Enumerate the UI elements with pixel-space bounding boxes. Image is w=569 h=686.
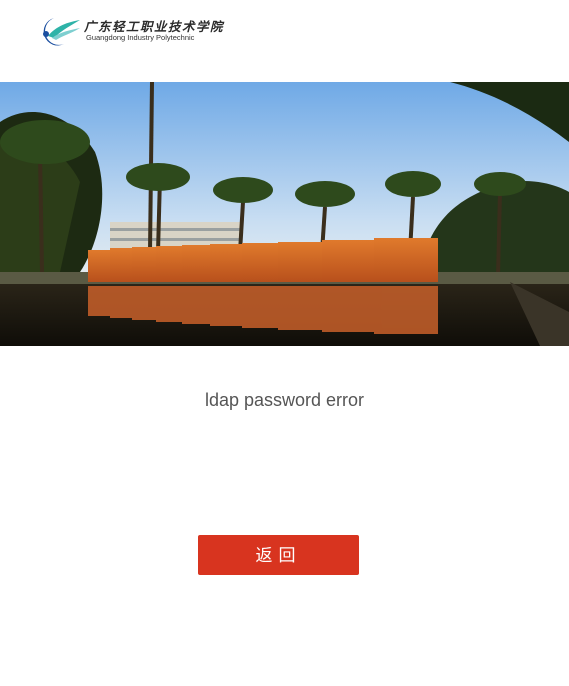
school-emblem-icon xyxy=(43,18,80,46)
school-name-english: Guangdong Industry Polytechnic xyxy=(86,33,195,42)
page-header: 广东轻工职业技术学院 Guangdong Industry Polytechni… xyxy=(0,0,569,82)
back-button[interactable]: 返回 xyxy=(198,535,359,575)
school-logo: 广东轻工职业技术学院 Guangdong Industry Polytechni… xyxy=(34,12,223,52)
campus-banner-image xyxy=(0,82,569,346)
error-message: ldap password error xyxy=(204,390,365,410)
